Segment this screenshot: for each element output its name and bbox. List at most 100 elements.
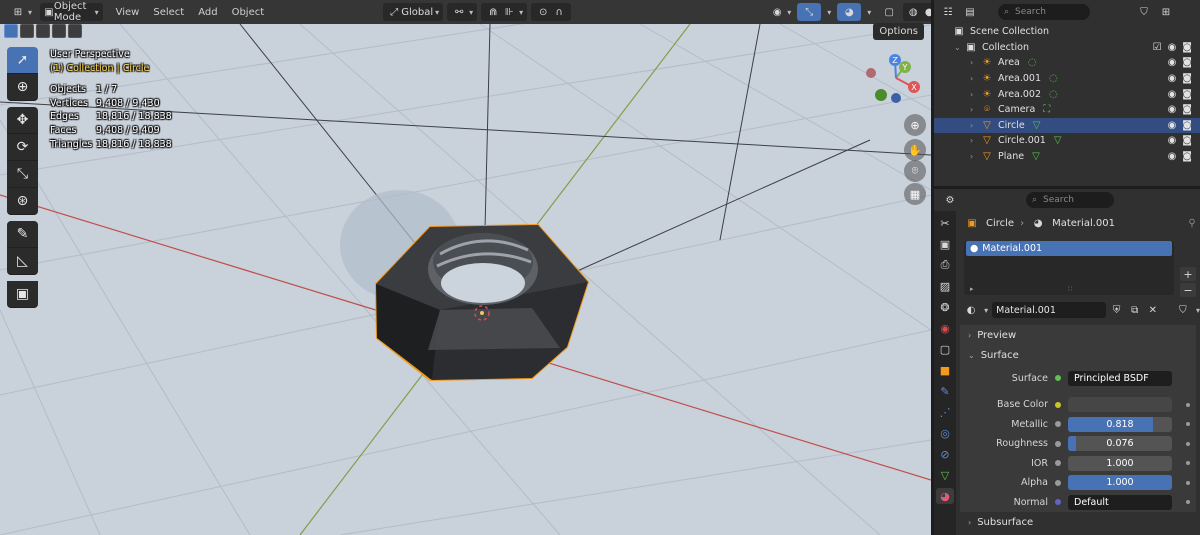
camera-render-icon[interactable]: ◙ [1182,57,1192,68]
neg-x-axis-handle[interactable] [866,68,876,78]
material-slot[interactable]: ● Material.001 [966,241,1172,256]
annotate-tool[interactable]: ✎ [7,221,38,248]
fake-user-shield-icon[interactable]: ⛨ [1110,302,1124,318]
select-intersect-icon[interactable] [68,24,82,38]
gizmo-toggle[interactable]: ⤡ [797,3,822,21]
physics-tab-icon[interactable]: ◎ [936,425,954,441]
socket-icon[interactable] [1055,440,1061,447]
particles-tab-icon[interactable]: ⋰ [936,404,954,420]
object-data-icon[interactable]: ◌ [1049,89,1058,100]
data-tab-icon[interactable]: ▽ [936,467,954,483]
shader-socket-icon[interactable] [1055,375,1061,381]
overlay-dropdown[interactable]: ▾ [861,3,875,21]
scene-collection-row[interactable]: ▣ Scene Collection [934,24,1200,40]
duplicate-material-icon[interactable]: ⧉ [1128,302,1142,318]
pan-view-button[interactable]: ✋ [904,139,926,161]
list-resize-handle[interactable]: ∷ [1068,285,1072,293]
socket-icon[interactable] [1055,421,1061,428]
keyframe-dot-icon[interactable] [1186,500,1190,505]
move-tool[interactable]: ✥ [7,107,38,134]
object-tab-icon[interactable]: ■ [936,362,954,378]
socket-icon[interactable] [1055,401,1061,408]
modifier-tab-icon[interactable]: ✎ [936,383,954,399]
keyframe-dot-icon[interactable] [1186,441,1190,446]
ortho-toggle-button[interactable]: ▦ [904,183,926,205]
rotate-tool[interactable]: ⟳ [7,134,38,161]
properties-search[interactable]: ⌕ Search [1026,192,1114,208]
remove-slot-icon[interactable]: − [1180,283,1196,297]
material-tab-icon[interactable]: ◕ [936,488,954,504]
select-extend-icon[interactable] [20,24,34,38]
eye-icon[interactable]: ◉ [1168,73,1177,84]
visibility-dropdown[interactable]: ◉ ▾ [765,3,795,21]
unlink-material-icon[interactable]: ✕ [1146,302,1160,318]
property-slider[interactable]: 0.076 [1068,436,1172,452]
expand-arrow-icon[interactable]: › [970,74,980,83]
select-invert-icon[interactable] [52,24,66,38]
property-slider[interactable]: 1.000 [1068,455,1172,471]
outliner-item[interactable]: › ▽ Circle.001 ▽ ◉ ◙ [934,133,1200,149]
subsurface-panel-header[interactable]: › Subsurface [960,512,1200,532]
eye-icon[interactable]: ◉ [1168,151,1177,162]
output-tab-icon[interactable]: ⎙ [936,257,954,273]
eye-icon[interactable]: ◉ [1168,120,1177,131]
keyframe-dot-icon[interactable] [1186,422,1190,427]
zoom-view-button[interactable]: ⊕ [904,114,926,136]
menu-object[interactable]: Object [225,7,272,18]
socket-icon[interactable] [1055,460,1061,467]
expand-arrow-icon[interactable]: ⌄ [954,43,964,52]
checkbox-icon[interactable]: ☑ [1153,42,1162,53]
eye-icon[interactable]: ◉ [1168,57,1177,68]
preview-panel-header[interactable]: › Preview [960,325,1196,345]
navigation-gizmo[interactable]: Z Y X [858,52,928,112]
pin-icon[interactable]: ⚲ [1184,215,1200,231]
eye-icon[interactable]: ◉ [1168,89,1177,100]
outliner-search[interactable]: ⌕ Search [998,4,1090,20]
add-cube-tool[interactable]: ▣ [7,281,38,308]
select-box-tool[interactable]: ➚ [7,47,38,74]
overlay-toggle[interactable]: ◕ [837,3,862,21]
eye-icon[interactable]: ◉ [1168,42,1177,53]
object-data-icon[interactable]: ◌ [1049,73,1058,84]
list-expand-icon[interactable]: ▸ [970,285,974,293]
transform-tool[interactable]: ⊛ [7,188,38,215]
outliner-item[interactable]: › ⌾ Camera ⛶ ◉ ◙ [934,102,1200,118]
object-data-icon[interactable]: ▽ [1033,120,1041,131]
shading-modes[interactable]: ◍ ● ◐ ◑ [903,3,931,21]
menu-view[interactable]: View [109,7,147,18]
expand-arrow-icon[interactable]: › [970,152,980,161]
camera-render-icon[interactable]: ◙ [1182,135,1192,146]
expand-arrow-icon[interactable]: › [970,90,980,99]
display-mode-icon[interactable]: ▤ [962,4,978,20]
wireframe-shading-icon[interactable]: ◍ [905,4,921,20]
object-data-icon[interactable]: ▽ [1054,135,1062,146]
outliner-item[interactable]: › ▽ Plane ▽ ◉ ◙ [934,149,1200,165]
cursor-tool[interactable]: ⊕ [7,74,38,101]
select-new-icon[interactable] [4,24,18,38]
options-button[interactable]: Options [873,23,924,40]
menu-select[interactable]: Select [146,7,191,18]
keyframe-dot-icon[interactable] [1186,461,1190,466]
view-layer-tab-icon[interactable]: ▨ [936,278,954,294]
properties-editor-icon[interactable]: ⚙ [942,192,958,208]
outliner-item[interactable]: › ▽ Circle ▽ ◉ ◙ [934,117,1200,134]
neg-z-axis-handle[interactable] [891,93,901,103]
property-field[interactable]: Default [1068,494,1172,510]
xray-toggle[interactable]: ▢ [877,3,901,21]
outliner-item[interactable]: › ☀ Area.001 ◌ ◉ ◙ [934,71,1200,87]
orientation-dropdown[interactable]: ⤢ Global ▾ [383,3,444,21]
color-swatch[interactable] [1068,397,1172,413]
measure-tool[interactable]: ◺ [7,248,38,275]
scale-tool[interactable]: ⤡ [7,161,38,188]
object-data-icon[interactable]: ◌ [1028,57,1037,68]
keyframe-dot-icon[interactable] [1186,480,1190,485]
camera-render-icon[interactable]: ◙ [1182,120,1192,131]
expand-arrow-icon[interactable]: › [970,121,980,130]
editor-type-button[interactable]: ⊞ ▾ [6,3,36,21]
browse-material-icon[interactable]: ◐ [964,302,978,318]
camera-render-icon[interactable]: ◙ [1182,104,1192,115]
new-collection-icon[interactable]: ⊞ [1158,4,1174,20]
tool-tab-icon[interactable]: ✂ [936,215,954,231]
property-slider[interactable]: 0.818 [1068,416,1172,432]
world-tab-icon[interactable]: ◉ [936,320,954,336]
